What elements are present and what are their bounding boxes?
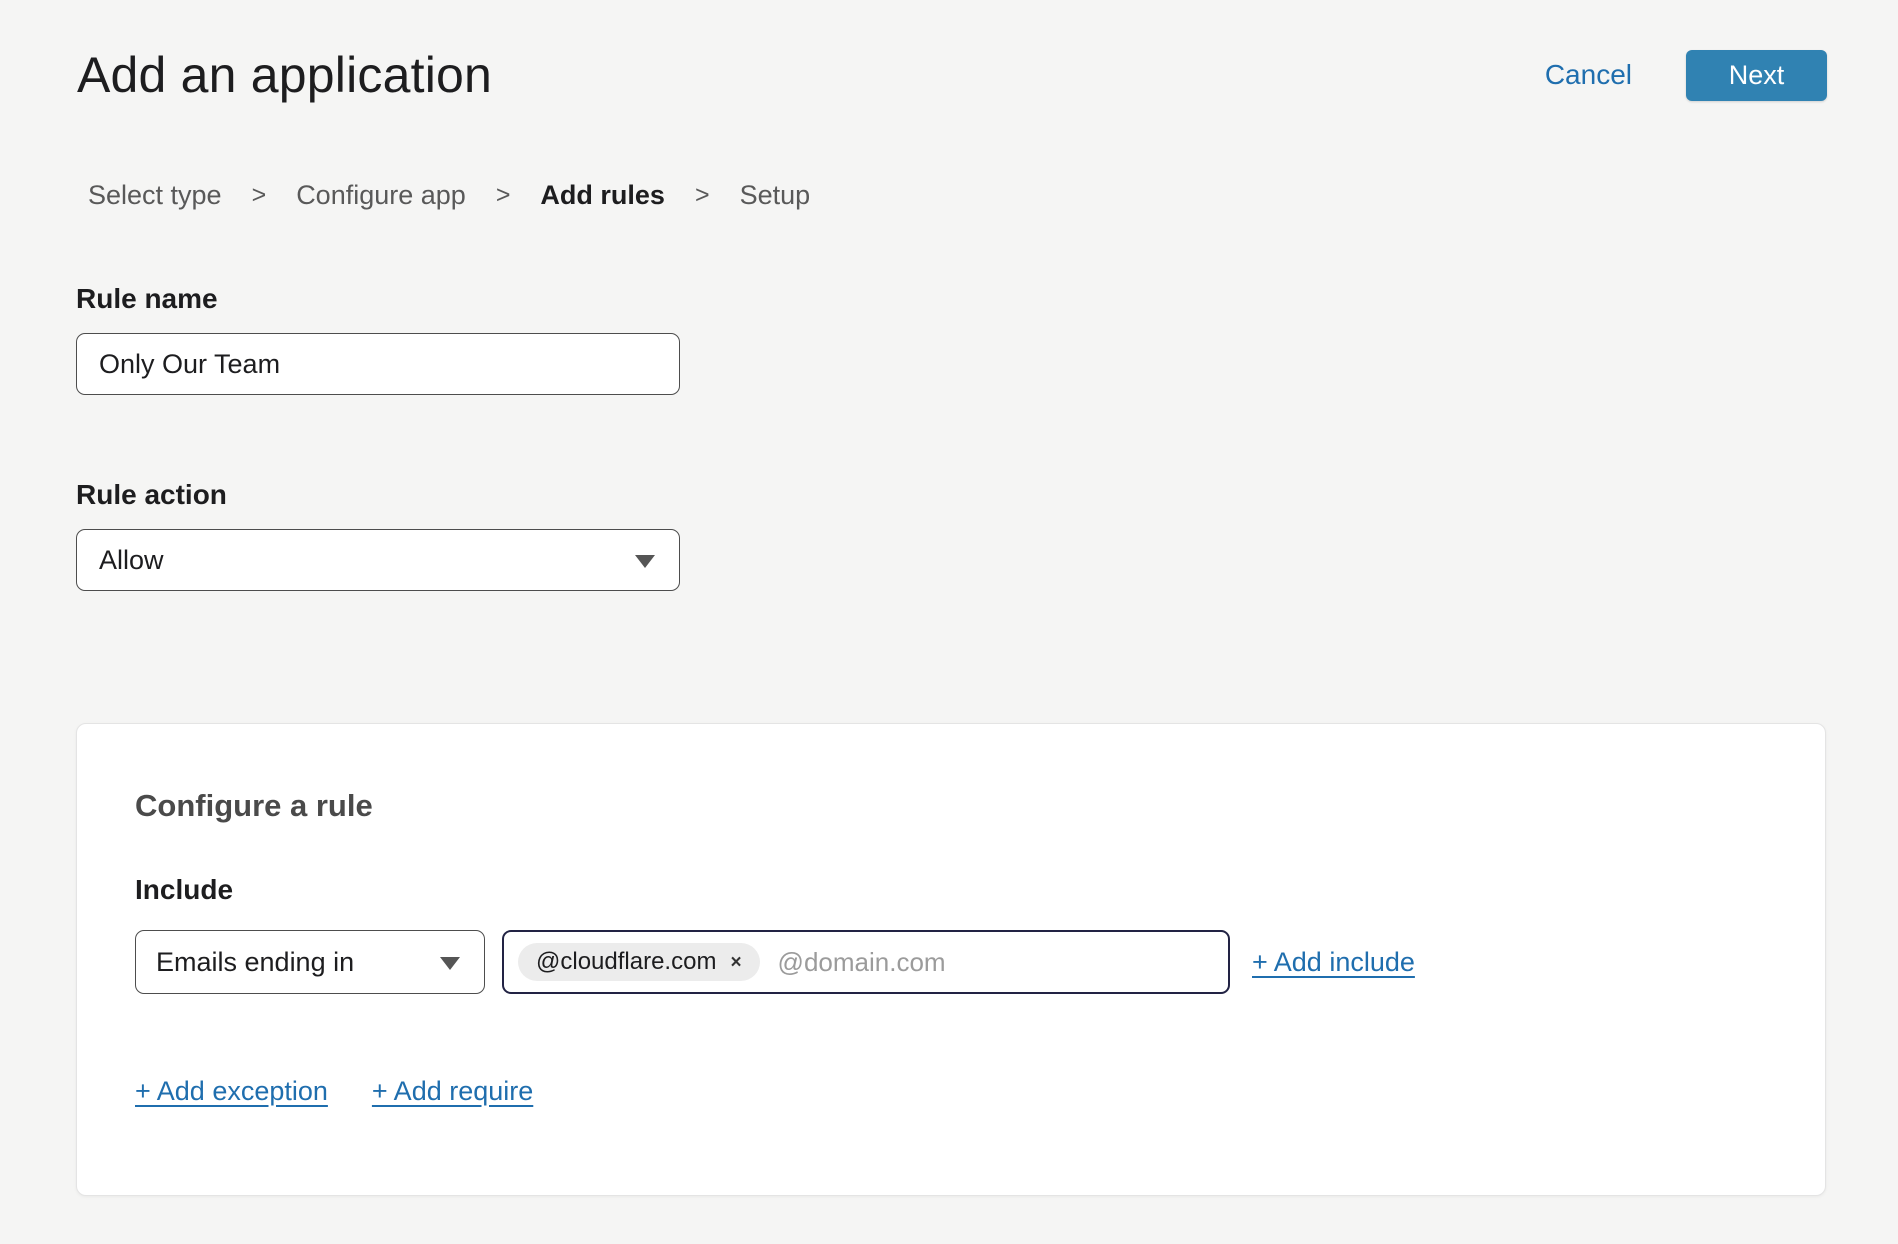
- chevron-down-icon: [635, 555, 655, 568]
- add-exception-link[interactable]: + Add exception: [135, 1076, 328, 1107]
- configure-rule-title: Configure a rule: [135, 788, 1767, 824]
- breadcrumb-step-setup[interactable]: Setup: [740, 180, 811, 211]
- configure-rule-card: Configure a rule Include Emails ending i…: [76, 723, 1826, 1196]
- rule-extra-links: + Add exception + Add require: [135, 1076, 1767, 1107]
- chevron-down-icon: [440, 957, 460, 970]
- breadcrumb-separator: >: [695, 181, 710, 210]
- add-application-page: Add an application Cancel Next Select ty…: [0, 44, 1898, 1244]
- email-domain-tag-label: @cloudflare.com: [536, 948, 716, 976]
- page-title: Add an application: [77, 46, 492, 104]
- remove-tag-icon[interactable]: ×: [730, 953, 741, 972]
- add-include-link[interactable]: + Add include: [1252, 947, 1415, 978]
- page-header: Add an application Cancel Next: [0, 44, 1898, 106]
- include-rule-row: Emails ending in @cloudflare.com × + Add…: [135, 930, 1767, 994]
- breadcrumb-step-configure-app[interactable]: Configure app: [296, 180, 466, 211]
- breadcrumb-step-add-rules[interactable]: Add rules: [540, 180, 665, 211]
- rule-action-label: Rule action: [76, 479, 1898, 511]
- rule-action-select[interactable]: Allow: [76, 529, 680, 591]
- breadcrumb-step-select-type[interactable]: Select type: [88, 180, 222, 211]
- cancel-button[interactable]: Cancel: [1545, 59, 1632, 91]
- rule-name-label: Rule name: [76, 283, 1898, 315]
- add-require-link[interactable]: + Add require: [372, 1076, 533, 1107]
- rule-action-selected-value: Allow: [99, 545, 164, 576]
- breadcrumb-separator: >: [252, 181, 267, 210]
- include-criteria-select[interactable]: Emails ending in: [135, 930, 485, 994]
- breadcrumb-separator: >: [496, 181, 511, 210]
- include-criteria-selected-value: Emails ending in: [156, 947, 354, 978]
- include-label: Include: [135, 874, 1767, 906]
- email-domain-tag-input[interactable]: @cloudflare.com ×: [502, 930, 1230, 994]
- next-button[interactable]: Next: [1686, 50, 1827, 101]
- email-domain-tag: @cloudflare.com ×: [518, 943, 760, 981]
- rule-name-input[interactable]: [76, 333, 680, 395]
- email-domain-entry-input[interactable]: [778, 947, 1214, 978]
- header-actions: Cancel Next: [1545, 50, 1827, 101]
- breadcrumb: Select type > Configure app > Add rules …: [88, 180, 1898, 211]
